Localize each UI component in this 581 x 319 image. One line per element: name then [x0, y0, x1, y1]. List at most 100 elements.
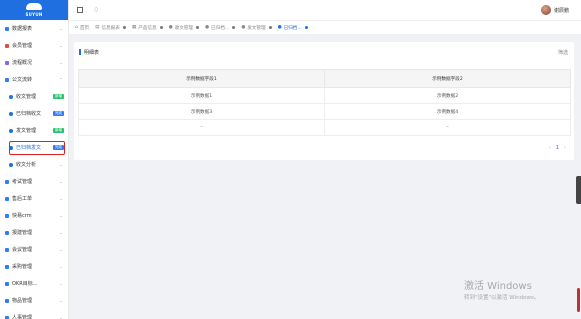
chevron-icon[interactable]: ⌄ — [58, 162, 64, 167]
house-icon: ⌂ — [75, 25, 78, 30]
sidebar-item[interactable]: 报建管理 ⌄ — [0, 224, 68, 241]
bell-icon[interactable]: ♢ — [93, 6, 99, 14]
product-icon: ▦ — [131, 25, 137, 30]
next-page-button[interactable]: › — [564, 145, 566, 151]
side-drawer-handle[interactable] — [576, 176, 581, 204]
sidebar-item[interactable]: 流程概况 ⌄ — [0, 54, 68, 71]
tab[interactable]: ● 收文管理 — [169, 25, 199, 31]
chevron-icon[interactable]: ⌃ — [58, 77, 64, 82]
user-circle-icon: ● — [205, 25, 210, 30]
menu-icon — [5, 281, 9, 286]
tab[interactable]: ⌂ 首页 — [75, 25, 89, 31]
user-circle-icon — [9, 128, 13, 133]
chevron-icon[interactable]: ⌄ — [58, 315, 64, 319]
sidebar-item-label: 采购管理 — [12, 264, 33, 270]
tab-label: 产品信息 — [138, 25, 157, 31]
chevron-icon[interactable]: ⌄ — [58, 298, 64, 303]
user-menu[interactable]: 谢辰鹏 — [540, 5, 569, 15]
avatar[interactable] — [540, 5, 551, 15]
sidebar-item-label: 收文分析 — [16, 162, 37, 168]
chevron-icon[interactable]: ⌄ — [58, 43, 64, 48]
tab[interactable]: ● 发文管理 — [241, 25, 272, 31]
sidebar-item-label: 收文管理 — [16, 94, 37, 100]
chevron-icon[interactable]: ⌄ — [58, 264, 64, 269]
sidebar-item[interactable]: 快易crm ⌄ — [0, 207, 68, 224]
table-row[interactable]: 示例数据1 示例数据2 — [78, 87, 571, 104]
sidebar-item[interactable]: 公文流转 ⌃ — [0, 71, 68, 88]
status-badge: 新增 — [53, 94, 64, 99]
chevron-icon[interactable]: ⌄ — [58, 60, 64, 65]
tab[interactable]: ▤ 信息报表 — [95, 25, 126, 31]
close-tab-icon[interactable] — [232, 26, 236, 29]
tab-label: 已归档... — [283, 25, 302, 31]
menu-icon — [5, 179, 9, 184]
sidebar-item[interactable]: 收文管理 新增 — [0, 88, 68, 105]
pagination: ‹ 1 › — [549, 145, 566, 151]
user-circle-icon: ● — [168, 25, 173, 30]
chevron-icon[interactable]: ⌄ — [58, 196, 64, 201]
sidebar-item[interactable]: 考试管理 ⌄ — [0, 173, 68, 190]
sidebar-item[interactable]: 数据报表 ⌄ — [0, 20, 68, 37]
chevron-icon[interactable]: ⌄ — [58, 247, 64, 252]
table-row[interactable]: – – — [78, 119, 571, 136]
close-tab-icon[interactable] — [304, 26, 308, 29]
chevron-icon[interactable]: ⌄ — [58, 26, 64, 31]
table-cell: 示例数据4 — [324, 103, 571, 120]
sidebar-item-label: 会员管理 — [12, 43, 33, 49]
sidebar-item[interactable]: 已归档发文 完成 — [0, 139, 68, 156]
user-circle-icon — [9, 111, 13, 116]
close-tab-icon[interactable] — [159, 26, 163, 29]
table-cell: – — [324, 119, 571, 136]
chevron-icon[interactable]: ⌄ — [58, 213, 64, 218]
user-circle-icon: ● — [277, 25, 282, 30]
prev-page-button[interactable]: ‹ — [549, 145, 551, 151]
sidebar-item[interactable]: 已归档收文 完成 — [0, 105, 68, 122]
tab[interactable]: ● 已归档... — [205, 25, 236, 31]
chevron-icon[interactable]: ⌄ — [58, 179, 64, 184]
sidebar-item-label: 物品管理 — [12, 298, 33, 304]
sidebar-item[interactable]: 会员管理 ⌄ — [0, 37, 68, 54]
close-tab-icon[interactable] — [122, 26, 126, 29]
column-header[interactable]: 示例数据字段1 — [78, 69, 325, 88]
sidebar-item-label: 发文管理 — [16, 128, 37, 134]
sidebar-item[interactable]: 发文管理 新增 — [0, 122, 68, 139]
close-tab-icon[interactable] — [268, 26, 272, 29]
chevron-icon[interactable]: ⌄ — [58, 281, 64, 286]
table-row[interactable]: 示例数据3 示例数据4 — [78, 103, 571, 120]
sidebar-item-label: 数据报表 — [12, 26, 33, 32]
sidebar-item[interactable]: 会议管理 ⌄ — [0, 241, 68, 258]
tab-label: 收文管理 — [174, 25, 193, 31]
user-circle-icon — [9, 94, 13, 99]
menu-icon — [5, 213, 9, 218]
menu-icon — [5, 315, 9, 319]
tabs-bar: ⌂ 首页 ▤ 信息报表 ▦ 产品信息 ● 收文管理 ● 已归档... ● 发文管理 ● 已归档... — [69, 20, 581, 34]
table-header-row: 示例数据字段1 示例数据字段2 — [78, 69, 571, 88]
sidebar-item[interactable]: 采购管理 ⌄ — [0, 258, 68, 275]
user-circle-icon — [9, 145, 13, 150]
column-header[interactable]: 示例数据字段2 — [324, 69, 571, 88]
sidebar-item[interactable]: 收文分析 ⌄ — [0, 156, 68, 173]
sidebar-item-label: 会议管理 — [12, 247, 33, 253]
app-grid-icon[interactable] — [77, 7, 83, 13]
menu-icon — [5, 230, 9, 235]
top-bar: ♢ 谢辰鹏 — [69, 0, 581, 20]
sidebar-item[interactable]: 售后工单 ⌄ — [0, 190, 68, 207]
app-logo[interactable]: SUYUN — [0, 0, 68, 20]
sidebar-item[interactable]: 人事管理 ⌄ — [0, 309, 68, 319]
sidebar-item[interactable]: OKR目标... ⌄ — [0, 275, 68, 292]
menu-icon — [5, 60, 9, 65]
tab[interactable]: ● 已归档... — [278, 25, 308, 31]
status-badge: 完成 — [53, 111, 64, 116]
chevron-icon[interactable]: ⌄ — [58, 230, 64, 235]
status-badge: 新增 — [53, 128, 64, 133]
tab[interactable]: ▦ 产品信息 — [132, 25, 163, 31]
thermometer-icon — [577, 288, 580, 312]
filter-button[interactable]: 筛选 — [558, 49, 568, 56]
sidebar-item[interactable]: 物品管理 ⌄ — [0, 292, 68, 309]
current-page[interactable]: 1 — [556, 145, 559, 151]
tab-label: 首页 — [79, 25, 90, 31]
close-tab-icon[interactable] — [196, 26, 199, 29]
menu-icon — [5, 43, 9, 48]
watermark-subtitle: 转到"设置"以激活 Windows。 — [464, 295, 540, 301]
panel-title: 明细表 — [84, 49, 100, 56]
